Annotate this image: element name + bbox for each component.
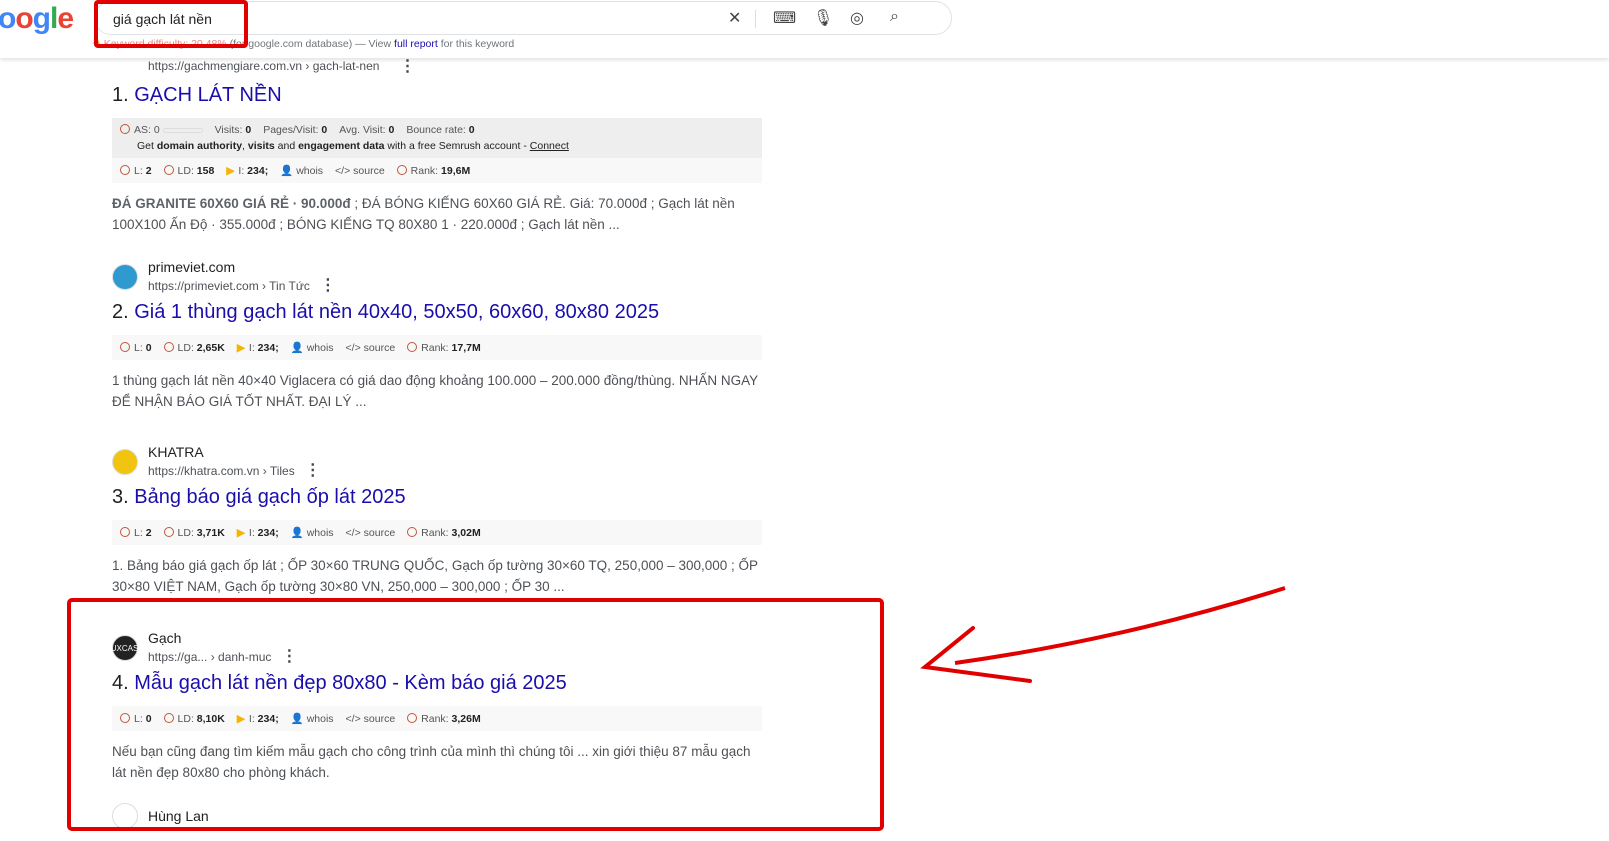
result-snippet: 1 thùng gạch lát nền 40×40 Viglacera có …	[112, 373, 758, 409]
result-url[interactable]: https://ga... › danh-muc	[148, 650, 271, 664]
bing-icon: ▶	[236, 341, 245, 354]
result-url[interactable]: https://khatra.com.vn › Tiles	[148, 464, 295, 478]
whois-link[interactable]: 👤 whois	[291, 526, 334, 539]
search-result: KHATRA https://khatra.com.vn › Tiles ⋮ 3.…	[112, 442, 762, 597]
result-title[interactable]: 2. Giá 1 thùng gạch lát nền 40x40, 50x50…	[112, 301, 762, 329]
favicon	[112, 803, 138, 829]
whois-link[interactable]: 👤 whois	[291, 341, 334, 354]
kd-label: Keyword difficulty: 20.48%	[103, 38, 227, 50]
seo-bar: L: 0 LD: 2,65K ▶ I: 234; 👤 whois </> sour…	[112, 335, 762, 360]
seo-bar: L: 2 LD: 3,71K ▶ I: 234; 👤 whois </> sour…	[112, 520, 762, 545]
more-icon[interactable]: ⋮	[305, 462, 321, 479]
mic-icon[interactable]: 🎙	[813, 8, 833, 28]
connect-link[interactable]: Connect	[530, 140, 569, 152]
site-name: primeviet.com	[148, 259, 236, 275]
full-report-link[interactable]: full report	[394, 38, 438, 50]
whois-link[interactable]: 👤 whois	[291, 712, 334, 725]
search-result: LUXCASA Gạch https://ga... › danh-muc ⋮ 4…	[106, 628, 762, 783]
site-name: Hùng Lan	[148, 808, 209, 824]
header: oogle giá gạch lát nền ✕ ⌨ 🎙 ◎ ⌕ ✸ Keywo…	[0, 0, 1609, 58]
semrush-icon: ✸	[92, 38, 101, 50]
source-link[interactable]: </> source	[346, 342, 396, 354]
keyboard-icon[interactable]: ⌨	[773, 8, 796, 28]
search-box[interactable]: giá gạch lát nền ✕ ⌨ 🎙 ◎ ⌕	[94, 1, 952, 35]
bing-icon: ▶	[236, 712, 245, 725]
whois-link[interactable]: 👤 whois	[280, 164, 323, 177]
search-icon[interactable]: ⌕	[890, 8, 899, 26]
more-icon[interactable]: ⋮	[320, 277, 336, 294]
result-snippet: Nếu bạn cũng đang tìm kiếm mẫu gạch cho …	[112, 744, 751, 780]
google-logo[interactable]: oogle	[0, 2, 74, 36]
bing-icon: ▶	[226, 164, 235, 177]
divider	[755, 10, 756, 28]
search-result: Hùng Lan	[112, 796, 762, 836]
favicon: LUXCASA	[106, 635, 144, 661]
arrow-shaft	[954, 586, 1286, 665]
result-title[interactable]: 1. GẠCH LÁT NỀN	[112, 84, 762, 112]
kd-db: (for google.com database) — View	[229, 38, 392, 50]
result-snippet: 1. Bảng báo giá gạch ốp lát ; ỐP 30×60 T…	[112, 558, 758, 594]
keyword-difficulty: ✸ Keyword difficulty: 20.48% (for google…	[92, 38, 514, 50]
search-result: https://gachmengiare.com.vn › gach-lat-n…	[112, 44, 762, 235]
site-name: KHATRA	[148, 444, 204, 460]
lens-icon[interactable]: ◎	[850, 8, 864, 28]
kd-tail: for this keyword	[440, 38, 515, 50]
result-title[interactable]: 4. Mẫu gạch lát nền đẹp 80x80 - Kèm báo …	[112, 672, 762, 700]
more-icon[interactable]: ⋮	[281, 648, 297, 665]
more-icon[interactable]: ⋮	[399, 56, 415, 76]
result-url[interactable]: https://gachmengiare.com.vn › gach-lat-n…	[148, 59, 379, 73]
source-link[interactable]: </> source	[346, 713, 396, 725]
source-link[interactable]: </> source	[335, 165, 385, 177]
result-title[interactable]: 3. Bảng báo giá gạch ốp lát 2025	[112, 486, 762, 514]
bing-icon: ▶	[236, 526, 245, 539]
close-icon[interactable]: ✕	[728, 8, 741, 28]
source-link[interactable]: </> source	[346, 527, 396, 539]
search-result: primeviet.com https://primeviet.com › Ti…	[112, 257, 762, 412]
seo-bar: L: 0 LD: 8,10K ▶ I: 234; 👤 whois </> sour…	[112, 706, 762, 731]
site-name: Gạch	[148, 630, 182, 646]
result-snippet: ĐÁ GRANITE 60X60 GIÁ RẺ · 90.000đ ; ĐÁ B…	[112, 196, 735, 232]
search-input[interactable]: giá gạch lát nền	[113, 11, 212, 27]
as-icon	[120, 124, 130, 134]
arrow-head	[920, 626, 1032, 683]
favicon	[112, 264, 138, 290]
semrush-bar: AS: 0 Visits: 0 Pages/Visit: 0 Avg. Visi…	[112, 118, 762, 158]
favicon	[112, 449, 138, 475]
result-url[interactable]: https://primeviet.com › Tin Tức	[148, 279, 310, 293]
seo-bar: L: 2 LD: 158 ▶ I: 234; 👤 whois </> source…	[112, 158, 762, 183]
